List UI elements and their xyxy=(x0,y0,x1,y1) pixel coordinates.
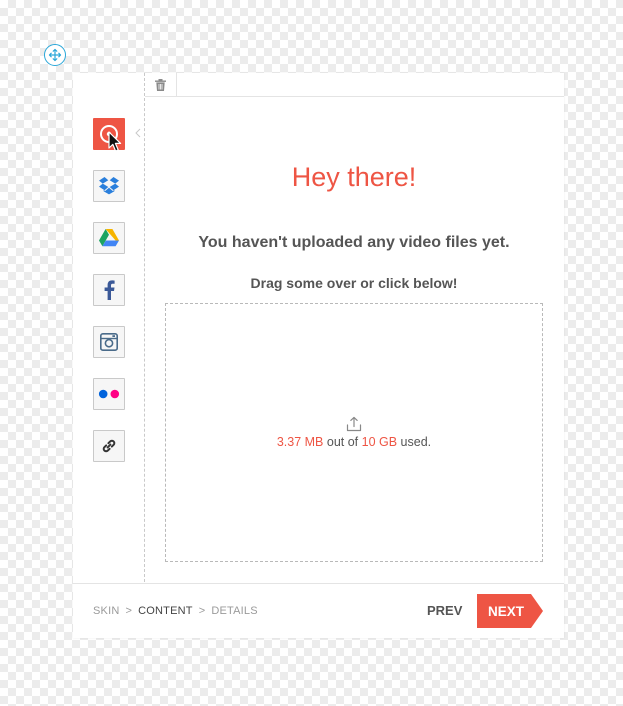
source-google-drive-button[interactable] xyxy=(93,222,125,254)
breadcrumb: SKIN > CONTENT > DETAILS xyxy=(93,604,258,618)
flickr-icon xyxy=(98,389,120,399)
storage-total: 10 GB xyxy=(361,435,398,449)
move-handle[interactable] xyxy=(44,44,66,66)
breadcrumb-content: CONTENT xyxy=(138,605,193,617)
upload-icon xyxy=(346,416,362,432)
breadcrumb-skin[interactable]: SKIN xyxy=(93,605,119,617)
next-button[interactable]: NEXT xyxy=(477,594,543,628)
next-button-label: NEXT xyxy=(487,603,524,619)
upload-disc-icon xyxy=(100,125,118,143)
upload-widget-panel: Hey there! You haven't uploaded any vide… xyxy=(73,73,564,638)
breadcrumb-separator: > xyxy=(125,605,133,617)
storage-usage-connector: out of xyxy=(323,435,362,449)
source-dropbox-button[interactable] xyxy=(93,170,125,202)
breadcrumb-separator: > xyxy=(198,605,206,617)
source-flickr-button[interactable] xyxy=(93,378,125,410)
empty-state-message: You haven't uploaded any video files yet… xyxy=(198,234,510,251)
dropbox-icon xyxy=(99,177,119,195)
drag-instruction: Drag some over or click below! xyxy=(250,275,458,291)
source-link-button[interactable] xyxy=(93,430,125,462)
source-local-upload-button[interactable] xyxy=(93,118,125,150)
storage-used: 3.37 MB xyxy=(276,435,324,449)
source-facebook-button[interactable] xyxy=(93,274,125,306)
link-icon xyxy=(102,439,116,453)
facebook-icon xyxy=(104,280,115,300)
trash-icon xyxy=(155,78,166,91)
source-sidebar xyxy=(73,73,145,582)
delete-button[interactable] xyxy=(145,73,177,96)
widget-footer: SKIN > CONTENT > DETAILS PREV NEXT xyxy=(73,583,564,638)
breadcrumb-details[interactable]: DETAILS xyxy=(211,605,257,617)
storage-usage: 3.37 MB out of 10 GB used. xyxy=(166,434,542,450)
widget-toolbar xyxy=(145,73,564,97)
google-drive-icon xyxy=(99,229,119,247)
active-source-caret xyxy=(135,128,141,138)
prev-button[interactable]: PREV xyxy=(427,602,462,619)
storage-usage-suffix: used. xyxy=(397,435,432,449)
greeting-title: Hey there! xyxy=(291,162,417,192)
file-dropzone[interactable]: 3.37 MB out of 10 GB used. xyxy=(165,303,543,562)
move-arrows-icon xyxy=(48,48,62,62)
instagram-icon xyxy=(100,333,118,351)
source-instagram-button[interactable] xyxy=(93,326,125,358)
